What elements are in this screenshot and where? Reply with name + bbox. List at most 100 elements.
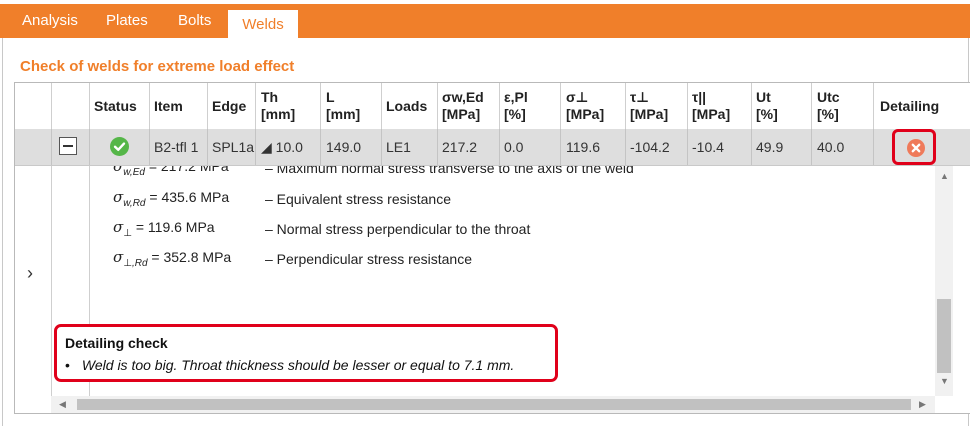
- detailing-check-text: Weld is too big. Throat thickness should…: [81, 357, 515, 373]
- tab-welds[interactable]: Welds: [228, 10, 298, 38]
- header-th[interactable]: Th [mm]: [261, 89, 295, 123]
- scroll-down-icon[interactable]: ▼: [940, 376, 949, 386]
- header-ut-label: Ut: [756, 89, 771, 105]
- eq-desc: – Perpendicular stress resistance: [265, 251, 472, 267]
- vertical-scrollbar[interactable]: ▲ ▼: [935, 166, 953, 396]
- header-sigma-w-ed-label: σw,Ed: [442, 89, 484, 105]
- header-l-unit: [mm]: [326, 106, 361, 122]
- header-sigma-perp-unit: [MPa]: [566, 106, 605, 122]
- header-sigma-perp-label: σ⊥: [566, 89, 589, 105]
- eq-sigma-w-ed: σw,Ed = 217.2 MPa: [113, 166, 229, 178]
- col-divider: [811, 129, 812, 165]
- eq-desc: – Maximum normal stress transverse to th…: [265, 166, 634, 176]
- col-divider: [625, 129, 626, 165]
- header-sigma-w-ed-unit: [MPa]: [442, 106, 481, 122]
- header-tau-perp-label: τ⊥: [630, 89, 650, 105]
- header-item[interactable]: Item: [154, 98, 183, 115]
- cell-loads: LE1: [386, 139, 411, 155]
- cell-item: B2-tfl 1: [154, 139, 199, 155]
- col-divider: [89, 83, 90, 129]
- header-eps-pl-unit: [%]: [504, 106, 526, 122]
- header-utc[interactable]: Utc [%]: [817, 89, 840, 123]
- bullet-icon: •: [65, 357, 70, 373]
- header-ut[interactable]: Ut [%]: [756, 89, 778, 123]
- col-divider: [751, 129, 752, 165]
- header-tau-perp[interactable]: τ⊥ [MPa]: [630, 89, 668, 123]
- col-divider: [625, 83, 626, 129]
- col-divider: [51, 129, 52, 165]
- header-tau-par[interactable]: τ|| [MPa]: [692, 89, 730, 123]
- eq-symbol: σ: [113, 218, 124, 236]
- eq-value: = 217.2 MPa: [148, 166, 229, 174]
- eq-subscript: ⊥,Rd: [123, 257, 148, 269]
- scroll-up-icon[interactable]: ▲: [940, 171, 949, 181]
- scroll-right-icon[interactable]: ▶: [919, 399, 926, 410]
- vertical-scroll-thumb[interactable]: [937, 299, 951, 373]
- cell-th: ◢ 10.0: [261, 139, 303, 155]
- eq-subscript: ⊥: [123, 227, 132, 239]
- detailing-check-item: • Weld is too big. Throat thickness shoul…: [65, 357, 514, 373]
- eq-value: = 352.8 MPa: [151, 249, 232, 265]
- detailing-check-title: Detailing check: [65, 335, 168, 351]
- col-divider: [687, 83, 688, 129]
- eq-sigma-w-rd: σw,Rd = 435.6 MPa: [113, 188, 229, 209]
- eq-symbol: σ: [113, 166, 124, 175]
- col-divider: [687, 129, 688, 165]
- horizontal-scrollbar[interactable]: ◀ ▶: [51, 396, 935, 413]
- col-divider: [255, 83, 256, 129]
- cell-edge: SPL1a: [212, 139, 255, 155]
- eq-symbol: σ: [113, 248, 124, 266]
- eq-subscript: w,Ed: [123, 166, 145, 178]
- tab-plates[interactable]: Plates: [106, 12, 148, 29]
- tab-bar-top-border: [0, 0, 970, 4]
- header-sigma-perp[interactable]: σ⊥ [MPa]: [566, 89, 604, 123]
- eq-value: = 119.6 MPa: [135, 219, 215, 235]
- table-row[interactable]: B2-tfl 1 SPL1a ◢ 10.0 149.0 LE1 217.2 0.…: [15, 129, 970, 166]
- col-divider: [255, 129, 256, 165]
- eq-desc: – Normal stress perpendicular to the thr…: [265, 221, 531, 237]
- header-status[interactable]: Status: [94, 98, 137, 115]
- cell-sigma-w-ed: 217.2: [442, 139, 478, 155]
- header-tau-perp-unit: [MPa]: [630, 106, 669, 122]
- col-divider: [560, 83, 561, 129]
- eq-subscript: w,Rd: [123, 197, 146, 209]
- detailing-highlight: [892, 129, 936, 165]
- col-divider: [499, 129, 500, 165]
- header-utc-unit: [%]: [817, 106, 839, 122]
- col-divider: [499, 83, 500, 129]
- col-divider: [381, 83, 382, 129]
- header-loads[interactable]: Loads: [386, 98, 427, 115]
- col-divider: [437, 83, 438, 129]
- header-th-unit: [mm]: [261, 106, 296, 122]
- header-tau-par-label: τ||: [692, 89, 707, 105]
- col-divider: [873, 83, 874, 129]
- cell-sigma-perp: 119.6: [566, 139, 600, 155]
- header-tau-par-unit: [MPa]: [692, 106, 731, 122]
- header-sigma-w-ed[interactable]: σw,Ed [MPa]: [442, 89, 484, 123]
- header-l[interactable]: L [mm]: [326, 89, 360, 123]
- col-divider: [149, 83, 150, 129]
- col-divider: [51, 83, 52, 129]
- col-divider: [149, 129, 150, 165]
- scroll-left-icon[interactable]: ◀: [59, 399, 66, 410]
- chevron-right-icon[interactable]: ›: [27, 263, 33, 284]
- detail-gutter: ›: [15, 166, 52, 413]
- header-th-label: Th: [261, 89, 279, 105]
- tab-analysis[interactable]: Analysis: [22, 12, 78, 29]
- header-eps-pl[interactable]: ε,Pl [%]: [504, 89, 528, 123]
- table-header: Status Item Edge Th [mm] L [mm] Loads σw…: [15, 83, 970, 130]
- col-divider: [751, 83, 752, 129]
- col-divider: [207, 129, 208, 165]
- header-detailing[interactable]: Detailing: [880, 98, 939, 115]
- header-edge[interactable]: Edge: [212, 98, 246, 115]
- eq-desc: – Equivalent stress resistance: [265, 191, 451, 207]
- cell-tau-perp: -104.2: [630, 139, 670, 155]
- header-utc-label: Utc: [817, 89, 840, 105]
- tab-bolts[interactable]: Bolts: [178, 12, 211, 29]
- collapse-row-button[interactable]: [59, 137, 77, 155]
- horizontal-scroll-thumb[interactable]: [77, 399, 911, 410]
- cell-utc: 40.0: [817, 139, 845, 155]
- tab-bar: Analysis Plates Bolts Welds: [0, 0, 970, 38]
- error-circle-icon[interactable]: [907, 139, 925, 157]
- col-divider: [89, 129, 90, 165]
